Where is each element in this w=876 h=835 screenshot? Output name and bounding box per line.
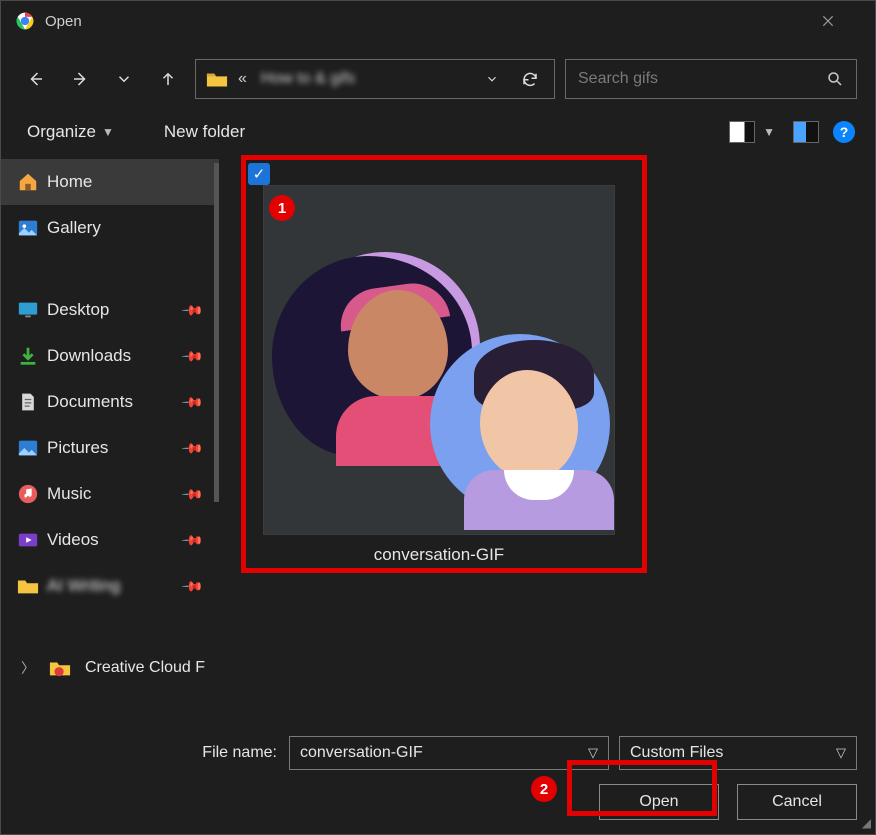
sidebar-item-label: Gallery [47, 218, 101, 238]
open-button[interactable]: Open [599, 784, 719, 820]
address-prefix: « [238, 70, 247, 88]
file-name-value: conversation-GIF [300, 744, 588, 762]
video-icon [17, 529, 39, 551]
pin-icon: 📌 [180, 482, 204, 506]
preview-pane-button[interactable] [793, 121, 819, 143]
annotation-badge-1: 1 [269, 195, 295, 221]
pin-icon: 📌 [180, 574, 204, 598]
file-thumbnail [263, 185, 615, 535]
pin-icon: 📌 [180, 344, 204, 368]
footer: File name: conversation-GIF ▽ Custom Fil… [1, 728, 875, 834]
organize-label: Organize [27, 122, 96, 142]
file-name-label: conversation-GIF [374, 545, 504, 565]
close-button[interactable] [821, 14, 861, 28]
forward-button[interactable] [63, 62, 97, 96]
refresh-button[interactable] [516, 70, 544, 88]
file-type-value: Custom Files [630, 744, 836, 762]
new-folder-button[interactable]: New folder [164, 122, 245, 142]
sidebar-item-label: Downloads [47, 346, 131, 366]
cancel-button[interactable]: Cancel [737, 784, 857, 820]
chrome-icon [15, 11, 35, 31]
desktop-icon [17, 299, 39, 321]
sidebar-item-downloads[interactable]: Downloads 📌 [1, 333, 219, 379]
sidebar-item-label: Music [47, 484, 91, 504]
organize-menu[interactable]: Organize ▼ [27, 122, 114, 142]
title-bar: Open [1, 1, 875, 41]
nav-row: « How to & gifs [1, 41, 875, 109]
document-icon [17, 391, 39, 413]
gallery-icon [17, 217, 39, 239]
sidebar-item-desktop[interactable]: Desktop 📌 [1, 287, 219, 333]
chevron-down-icon: ▽ [836, 745, 846, 761]
help-button[interactable]: ? [833, 121, 855, 143]
sidebar-item-label: Documents [47, 392, 133, 412]
chevron-down-icon: ▽ [588, 745, 598, 761]
file-type-combo[interactable]: Custom Files ▽ [619, 736, 857, 770]
pin-icon: 📌 [180, 436, 204, 460]
search-box[interactable] [565, 59, 857, 99]
sidebar-item-label: Desktop [47, 300, 109, 320]
pin-icon: 📌 [180, 390, 204, 414]
annotation-badge-2: 2 [531, 776, 557, 802]
folder-icon [17, 575, 39, 597]
home-icon [17, 171, 39, 193]
file-tile[interactable]: ✓ conversation-GIF [252, 163, 626, 565]
sidebar-item-documents[interactable]: Documents 📌 [1, 379, 219, 425]
sidebar-item-home[interactable]: Home [1, 159, 219, 205]
back-button[interactable] [19, 62, 53, 96]
recent-locations-button[interactable] [107, 62, 141, 96]
creative-cloud-icon [49, 658, 71, 678]
sidebar-item-custom[interactable]: AI Writing 📌 [1, 563, 219, 609]
sidebar-item-videos[interactable]: Videos 📌 [1, 517, 219, 563]
pin-icon: 📌 [180, 528, 204, 552]
sidebar-item-label: Home [47, 172, 92, 192]
file-name-caption: File name: [202, 744, 277, 762]
folder-icon [206, 70, 228, 88]
resize-grip[interactable]: ◢ [862, 816, 871, 830]
sidebar-item-label: Pictures [47, 438, 108, 458]
pin-icon: 📌 [180, 298, 204, 322]
picture-icon [17, 437, 39, 459]
address-path: How to & gifs [261, 70, 355, 88]
up-button[interactable] [151, 62, 185, 96]
sidebar: Home Gallery Desktop 📌 Downloads 📌 Docum… [1, 157, 219, 702]
sidebar-item-creative-cloud[interactable]: 〉 Creative Cloud F [1, 645, 219, 691]
toolbar: Organize ▼ New folder ▼ ? [1, 109, 875, 157]
address-dropdown[interactable] [478, 72, 506, 86]
window-title: Open [45, 13, 821, 30]
file-name-combo[interactable]: conversation-GIF ▽ [289, 736, 609, 770]
file-selected-check[interactable]: ✓ [248, 163, 270, 185]
sidebar-item-music[interactable]: Music 📌 [1, 471, 219, 517]
chevron-down-icon: ▼ [102, 125, 114, 139]
view-mode-dropdown[interactable]: ▼ [763, 125, 775, 139]
sidebar-item-label: Videos [47, 530, 99, 550]
file-list[interactable]: 1 ✓ conversation-GIF [219, 157, 875, 702]
address-bar[interactable]: « How to & gifs [195, 59, 555, 99]
sidebar-item-label: Creative Cloud F [85, 659, 205, 677]
sidebar-item-pictures[interactable]: Pictures 📌 [1, 425, 219, 471]
download-icon [17, 345, 39, 367]
chevron-right-icon: 〉 [21, 658, 35, 678]
search-input[interactable] [578, 70, 826, 88]
sidebar-item-label: AI Writing [47, 576, 120, 596]
sidebar-item-gallery[interactable]: Gallery [1, 205, 219, 251]
search-icon [826, 70, 844, 88]
music-icon [17, 483, 39, 505]
view-mode-button[interactable] [729, 121, 755, 143]
